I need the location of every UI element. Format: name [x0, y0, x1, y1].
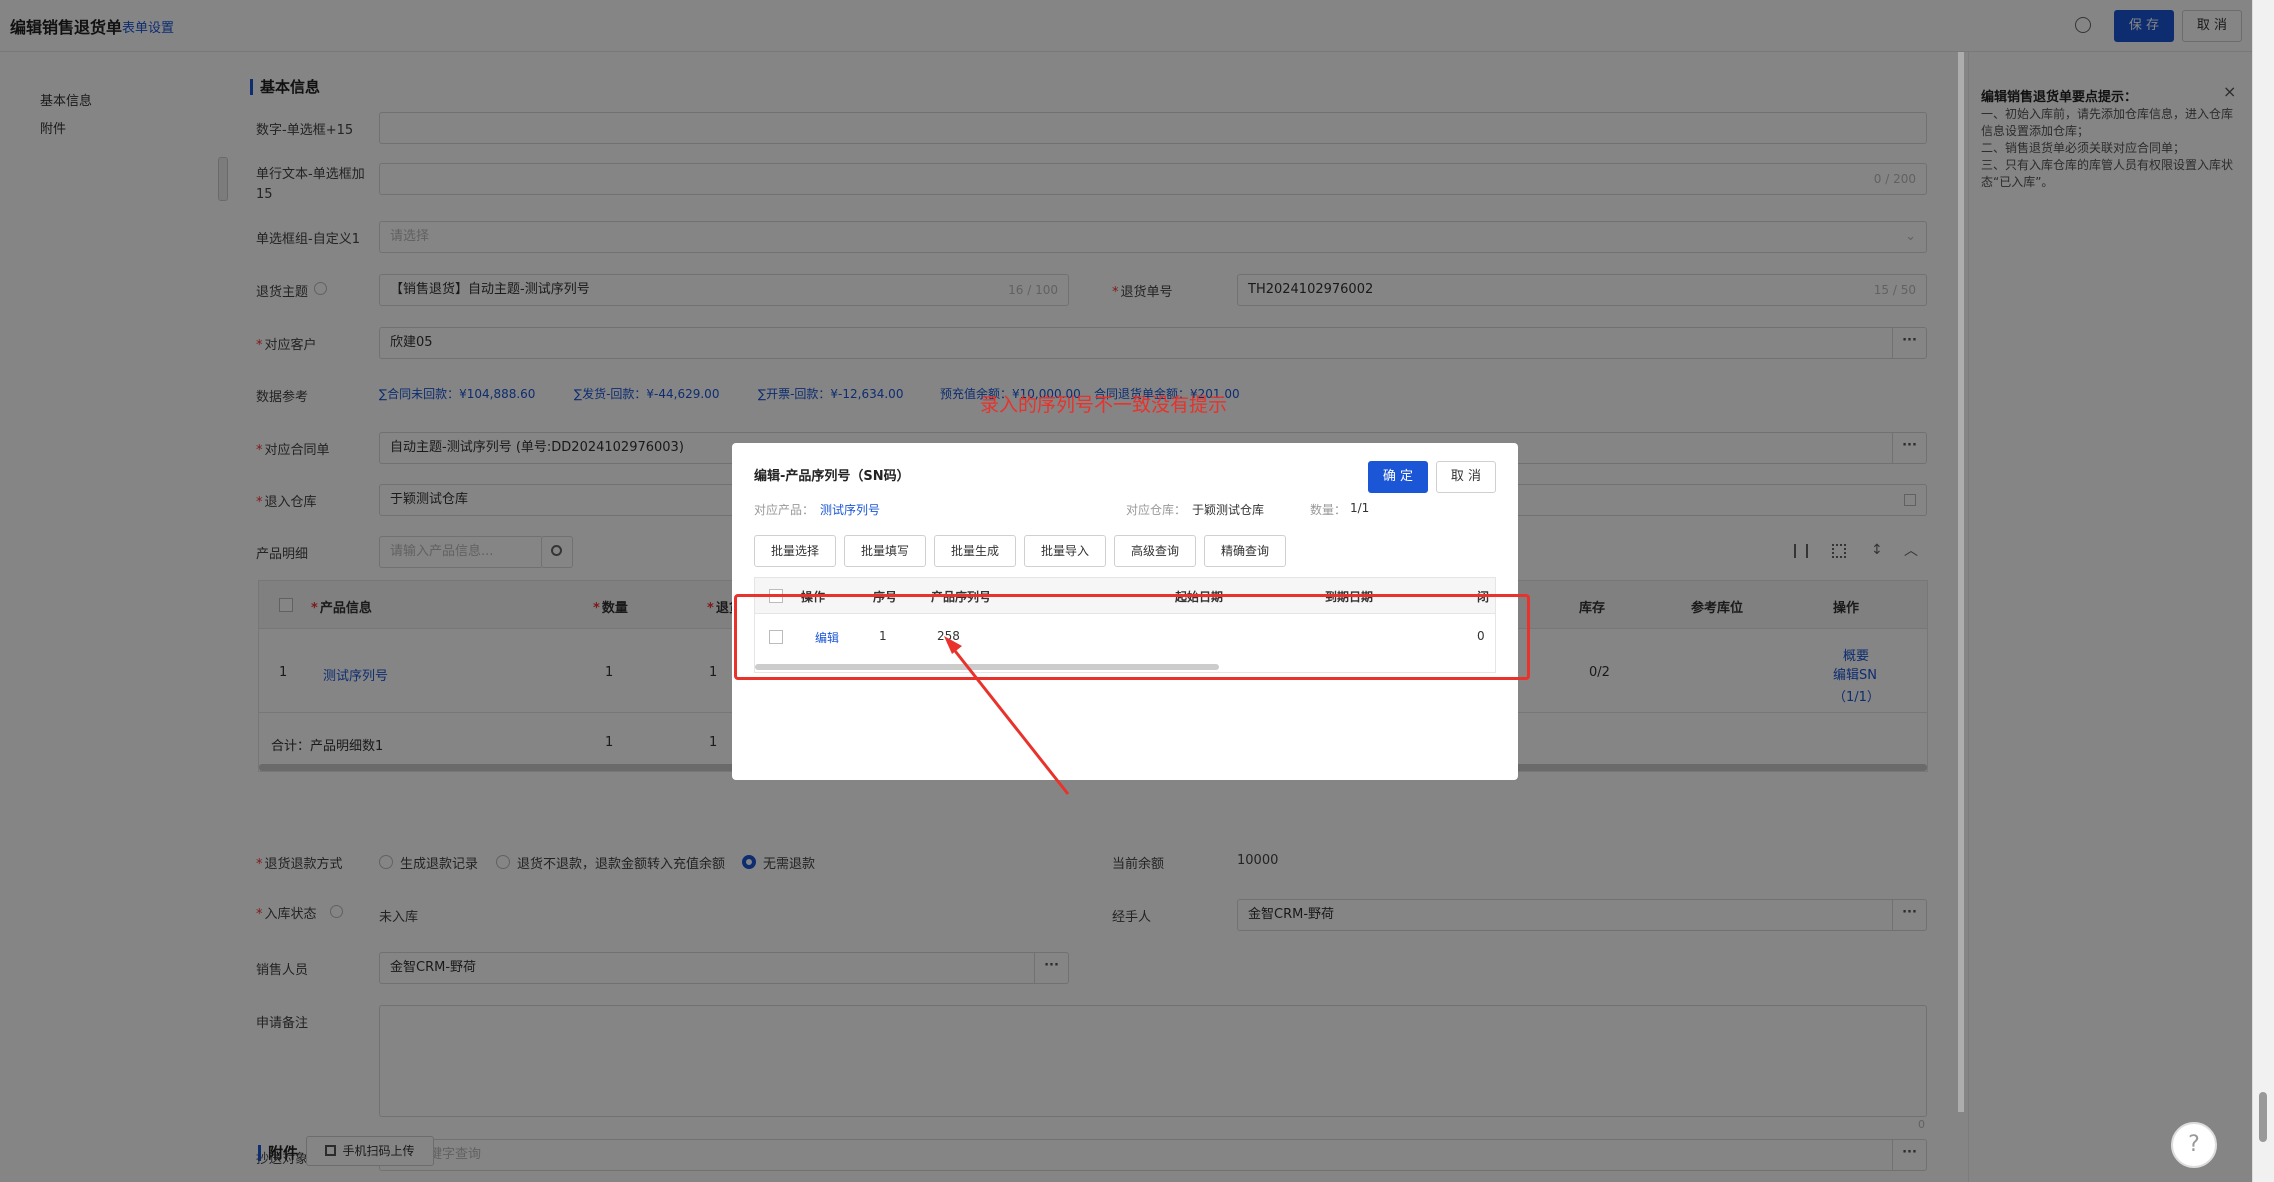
- page-scrollbar[interactable]: [2252, 0, 2274, 1182]
- modal-title: 编辑-产品序列号（SN码）: [754, 469, 910, 484]
- batch-import-button[interactable]: 批量导入: [1024, 535, 1106, 567]
- modal-cancel-button[interactable]: 取 消: [1436, 461, 1496, 493]
- help-icon[interactable]: ?: [2171, 1122, 2217, 1168]
- modal-product-link[interactable]: 测试序列号: [820, 501, 880, 518]
- modal-product-label: 对应产品：: [754, 503, 815, 517]
- main-scrollbar[interactable]: [1958, 52, 1964, 1112]
- batch-generate-button[interactable]: 批量生成: [934, 535, 1016, 567]
- modal-qty-label: 数量：: [1310, 503, 1347, 517]
- modal-warehouse-value: 于颖测试仓库: [1192, 503, 1265, 517]
- modal-warehouse-label: 对应仓库：: [1126, 503, 1187, 517]
- highlight-box: [734, 594, 1530, 680]
- batch-select-button[interactable]: 批量选择: [754, 535, 836, 567]
- batch-fill-button[interactable]: 批量填写: [844, 535, 926, 567]
- exact-query-button[interactable]: 精确查询: [1204, 535, 1286, 567]
- annotation-text: 录入的序列号不一致没有提示: [980, 394, 1228, 416]
- modal-qty-value: 1/1: [1350, 501, 1370, 515]
- modal-confirm-button[interactable]: 确 定: [1368, 461, 1428, 493]
- advanced-query-button[interactable]: 高级查询: [1114, 535, 1196, 567]
